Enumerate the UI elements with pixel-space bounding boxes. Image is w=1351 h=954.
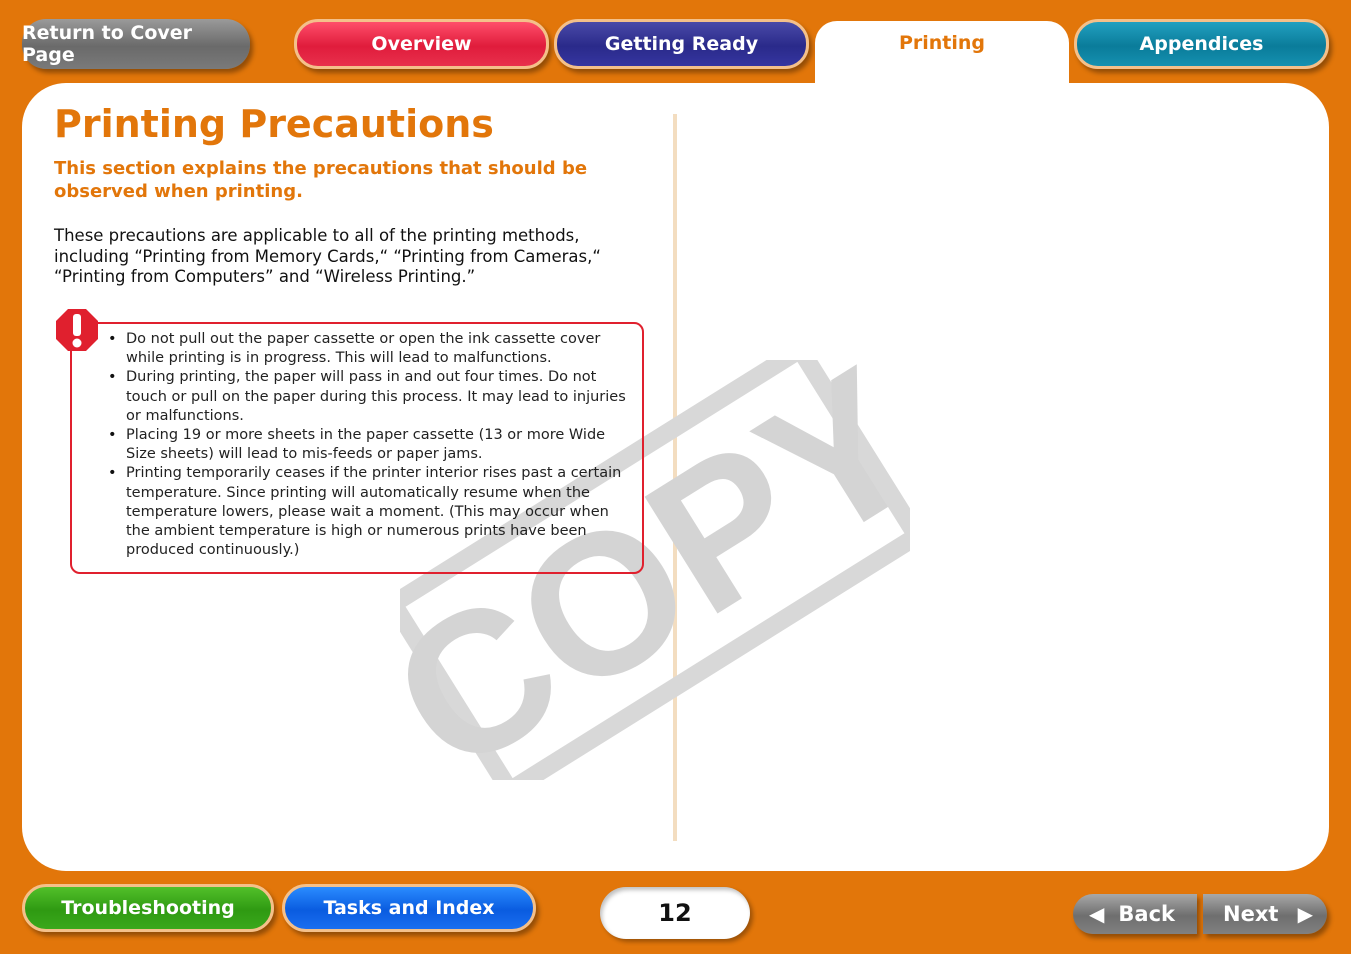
caution-item: Printing temporarily ceases if the print… [108, 464, 632, 560]
next-label: Next [1223, 902, 1279, 926]
back-label: Back [1118, 902, 1175, 926]
tab-overview[interactable]: Overview [294, 19, 549, 69]
back-button[interactable]: ◀ Back [1073, 894, 1197, 934]
caution-item: Do not pull out the paper cassette or op… [108, 330, 632, 368]
return-to-cover-button[interactable]: Return to Cover Page [22, 19, 250, 69]
page-number: 12 [600, 887, 750, 939]
caution-item: During printing, the paper will pass in … [108, 368, 632, 426]
intro-paragraph: These precautions are applicable to all … [54, 226, 601, 286]
tasks-and-index-button[interactable]: Tasks and Index [282, 884, 536, 932]
caution-item: Placing 19 or more sheets in the paper c… [108, 426, 632, 464]
caution-list: Do not pull out the paper cassette or op… [72, 324, 642, 560]
page-subtitle: This section explains the precautions th… [54, 158, 588, 202]
caution-box: Do not pull out the paper cassette or op… [70, 322, 644, 574]
right-triangle-arrow-icon: ▶ [1297, 902, 1313, 926]
page-title: Printing Precautions [54, 102, 494, 146]
tab-getting-ready[interactable]: Getting Ready [554, 19, 809, 69]
tab-printing[interactable]: Printing [815, 21, 1069, 83]
next-button[interactable]: Next ▶ [1203, 894, 1327, 934]
tab-appendices[interactable]: Appendices [1074, 19, 1329, 69]
column-divider [673, 114, 677, 841]
troubleshooting-button[interactable]: Troubleshooting [22, 884, 274, 932]
left-triangle-arrow-icon: ◀ [1089, 902, 1105, 926]
caution-exclamation-icon [56, 309, 98, 351]
